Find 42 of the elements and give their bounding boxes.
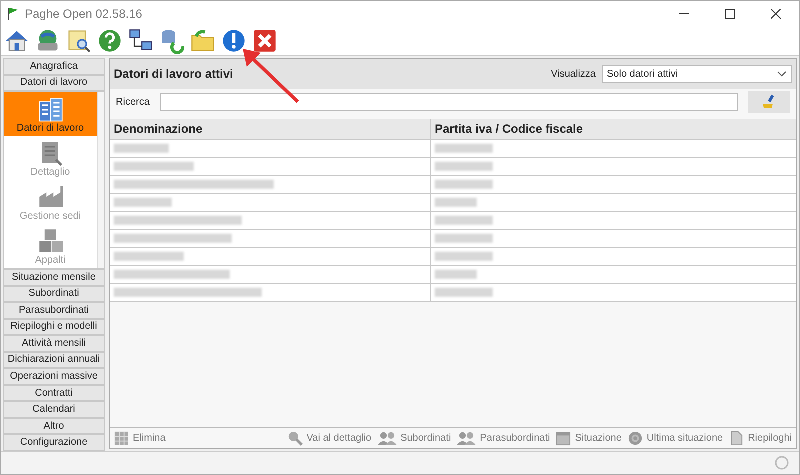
grid-icon bbox=[114, 430, 129, 446]
help-icon[interactable] bbox=[97, 28, 123, 54]
people-icon bbox=[457, 430, 476, 446]
info-icon[interactable] bbox=[221, 28, 247, 54]
people-icon bbox=[378, 430, 397, 446]
sidebar-section-button[interactable]: Configurazione bbox=[3, 434, 105, 451]
sidebar-section-button[interactable]: Riepiloghi e modelli bbox=[3, 318, 105, 336]
sidebar-section-button[interactable]: Altro bbox=[3, 418, 105, 434]
sidebar-section-button[interactable]: Calendari bbox=[3, 401, 105, 418]
sidebar-section-button[interactable]: Attività mensili bbox=[3, 335, 105, 352]
view-dropdown[interactable]: Solo datori attivi bbox=[602, 65, 792, 83]
maximize-icon[interactable] bbox=[725, 9, 735, 19]
close-icon[interactable] bbox=[771, 9, 781, 19]
status-circle-icon bbox=[775, 456, 789, 470]
app-flag-icon bbox=[7, 7, 19, 21]
sidebar-section-button[interactable]: Parasubordinati bbox=[3, 302, 105, 319]
column-header[interactable]: Partita iva / Codice fiscale bbox=[431, 119, 796, 139]
search-field[interactable] bbox=[160, 93, 738, 111]
sidebar-item[interactable]: Datori di lavoro bbox=[4, 92, 97, 136]
calendar-icon bbox=[556, 430, 572, 446]
chevron-down-icon bbox=[777, 71, 787, 77]
window-title: Paghe Open 02.58.16 bbox=[25, 7, 142, 21]
sidebar-section-button[interactable]: Contratti bbox=[3, 384, 105, 402]
sidebar-section-button[interactable]: Situazione mensile bbox=[3, 269, 105, 286]
search-label: Ricerca bbox=[116, 96, 150, 108]
document-search-icon[interactable] bbox=[66, 28, 92, 54]
sidebar-section-button[interactable]: Anagrafica bbox=[3, 58, 105, 75]
clear-search-button[interactable] bbox=[748, 91, 790, 113]
sidebar-section-button[interactable]: Subordinati bbox=[3, 286, 105, 302]
folder-icon[interactable] bbox=[190, 28, 216, 54]
sidebar-section-button[interactable]: Datori di lavoro bbox=[3, 74, 105, 92]
document-icon bbox=[729, 430, 744, 446]
target-icon bbox=[628, 430, 643, 446]
sidebar-section-button[interactable]: Dichiarazioni annuali bbox=[3, 352, 105, 368]
magnifier-icon bbox=[288, 430, 303, 446]
annotation-arrow bbox=[241, 47, 301, 105]
column-header[interactable]: Denominazione bbox=[110, 119, 431, 139]
scrollbar[interactable] bbox=[97, 92, 104, 268]
panel-title: Datori di lavoro attivi bbox=[114, 67, 234, 81]
brush-icon bbox=[761, 94, 777, 110]
sidebar-section-button[interactable]: Operazioni massive bbox=[3, 368, 105, 385]
view-label: Visualizza bbox=[551, 68, 596, 80]
